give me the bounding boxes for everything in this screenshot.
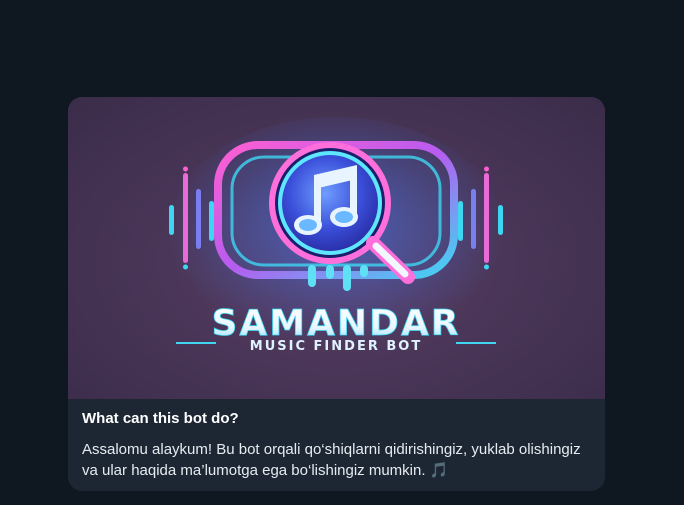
samandar-logo: SAMANDAR MUSIC FINDER BOT <box>166 117 506 357</box>
bot-banner-image: SAMANDAR MUSIC FINDER BOT <box>68 97 605 399</box>
bot-intro-description: Assalomu alaykum! Bu bot orqali qo‘shiql… <box>82 439 591 481</box>
music-note-emoji-icon: 🎵 <box>429 462 449 479</box>
logo-subtitle: MUSIC FINDER BOT <box>250 339 422 354</box>
bot-intro-description-text: Assalomu alaykum! Bu bot orqali qo‘shiql… <box>82 441 581 479</box>
chat-area: SAMANDAR MUSIC FINDER BOT What can this … <box>0 0 684 505</box>
bot-intro-heading: What can this bot do? <box>82 410 239 427</box>
bot-intro-body: What can this bot do? Assalomu alaykum! … <box>68 399 605 491</box>
bot-intro-card: SAMANDAR MUSIC FINDER BOT What can this … <box>68 97 605 491</box>
logo-title: SAMANDAR <box>211 303 460 344</box>
